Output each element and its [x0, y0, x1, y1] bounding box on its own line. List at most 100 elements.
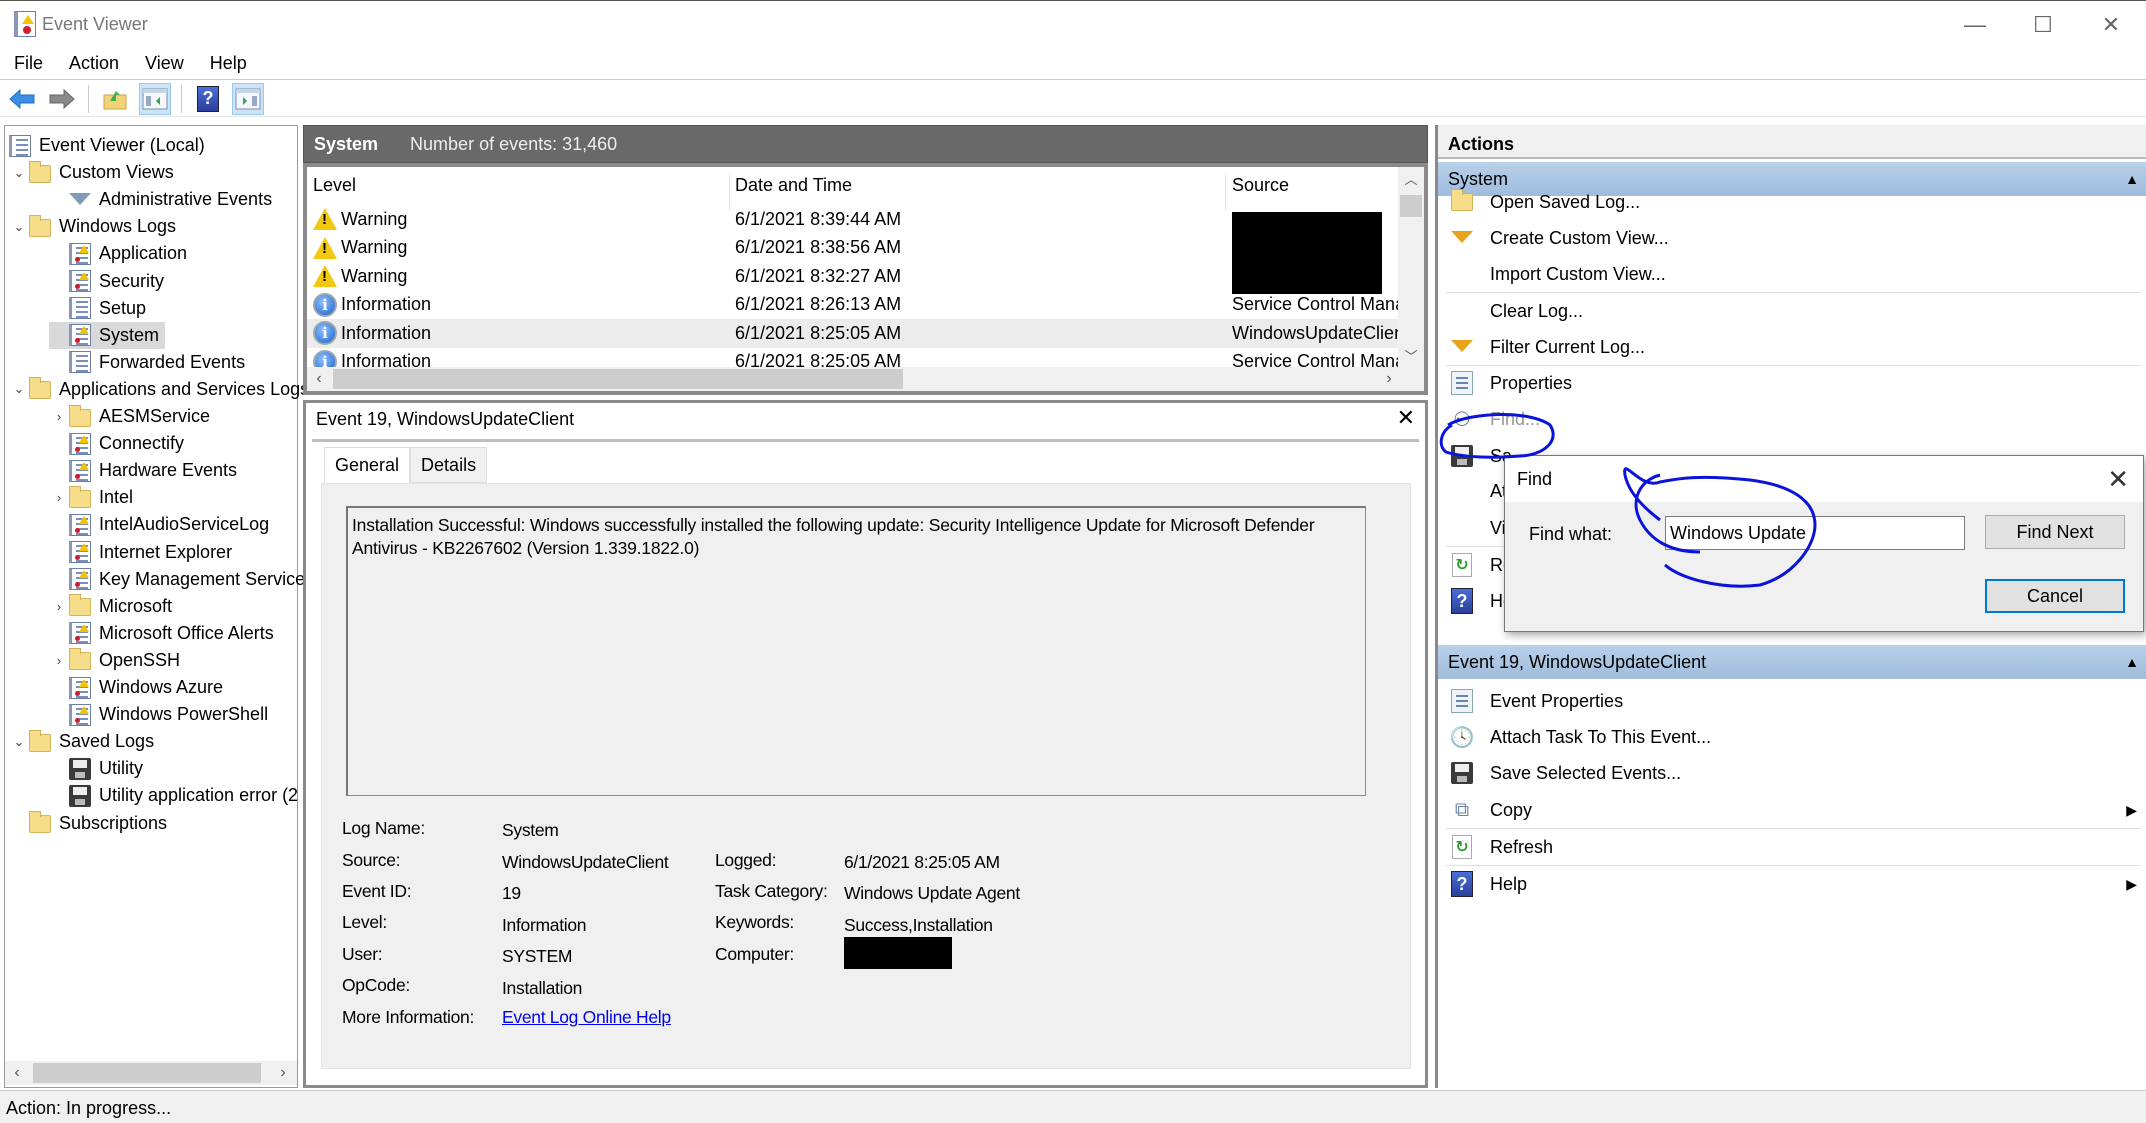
- event-description[interactable]: Installation Successful: Windows success…: [346, 506, 1366, 796]
- refresh-icon: ↻: [1452, 553, 1472, 577]
- scroll-thumb[interactable]: [333, 369, 903, 389]
- show-hide-action-pane-button[interactable]: [232, 82, 264, 115]
- tree-horizontal-scrollbar[interactable]: ‹ ›: [5, 1061, 297, 1085]
- tree-item[interactable]: Utility application error (2: [49, 782, 298, 809]
- menu-view[interactable]: View: [145, 53, 184, 74]
- tree-item[interactable]: Key Management Service: [49, 566, 305, 593]
- up-one-level-button[interactable]: [99, 83, 131, 115]
- tree-item[interactable]: Microsoft Office Alerts: [49, 620, 274, 647]
- column-header-level[interactable]: Level: [313, 175, 356, 196]
- event-level: Warning: [313, 236, 407, 259]
- tree-item[interactable]: Security: [49, 268, 164, 295]
- tree-item[interactable]: › Intel: [49, 484, 133, 511]
- help-button[interactable]: ?: [192, 83, 224, 115]
- action-label: Help: [1490, 873, 1528, 894]
- tree-item[interactable]: Internet Explorer: [49, 539, 232, 566]
- show-hide-console-tree-button[interactable]: [139, 82, 171, 115]
- scroll-thumb[interactable]: [1400, 195, 1422, 217]
- tree-item[interactable]: Application: [49, 240, 187, 267]
- action-copy[interactable]: ⧉ Copy ▶: [1438, 792, 2146, 828]
- tree-item[interactable]: Utility: [49, 755, 143, 782]
- scroll-down-icon[interactable]: ﹀: [1398, 346, 1424, 365]
- chevron-down-icon[interactable]: ⌄: [9, 219, 29, 235]
- chevron-down-icon[interactable]: ⌄: [9, 381, 29, 397]
- tree-item[interactable]: ⌄ Saved Logs: [9, 728, 154, 755]
- event-row[interactable]: i Information 6/1/2021 8:25:05 AM WindowsUp…: [307, 319, 1402, 348]
- action-event-properties[interactable]: Event Properties: [1438, 683, 2146, 719]
- tree-item[interactable]: Windows PowerShell: [49, 701, 268, 728]
- chevron-down-icon[interactable]: ⌄: [9, 734, 29, 750]
- tree-item[interactable]: Connectify: [49, 430, 184, 457]
- tree-item[interactable]: Setup: [49, 295, 146, 322]
- actions-section-event[interactable]: Event 19, WindowsUpdateClient ▲: [1438, 645, 2146, 679]
- scroll-right-icon[interactable]: ›: [271, 1061, 295, 1085]
- tree-item[interactable]: › OpenSSH: [49, 647, 180, 674]
- warning-icon: [313, 265, 337, 288]
- tree-item[interactable]: System: [49, 321, 166, 349]
- chevron-down-icon[interactable]: ⌄: [9, 165, 29, 181]
- collapse-icon[interactable]: ▲: [2125, 654, 2139, 670]
- action-create-custom-view[interactable]: Create Custom View...: [1438, 220, 2146, 256]
- status-text: Action: In progress...: [6, 1098, 172, 1118]
- action-import-custom-view[interactable]: Import Custom View...: [1438, 256, 2146, 292]
- action-open-saved-log[interactable]: Open Saved Log...: [1438, 184, 2146, 220]
- close-detail-button[interactable]: ✕: [1397, 405, 1415, 431]
- log-icon: [9, 134, 31, 157]
- log-icon: [69, 297, 91, 320]
- column-header-date-time[interactable]: Date and Time: [735, 175, 852, 196]
- tree-item[interactable]: ⌄ Windows Logs: [9, 213, 176, 240]
- find-dialog-close-button[interactable]: ✕: [2107, 464, 2129, 495]
- tree-item-label: Applications and Services Logs: [59, 378, 310, 399]
- menu-action[interactable]: Action: [69, 53, 119, 74]
- scroll-right-icon[interactable]: ›: [1377, 367, 1401, 391]
- action-refresh[interactable]: ↻ Refresh: [1438, 829, 2146, 865]
- tree-item[interactable]: Subscriptions: [29, 810, 167, 837]
- tree-item[interactable]: › Microsoft: [49, 593, 172, 620]
- chevron-right-icon[interactable]: ›: [49, 490, 69, 505]
- action-properties[interactable]: Properties: [1438, 365, 2146, 401]
- action-attach-task-to-this-event[interactable]: 🕓 Attach Task To This Event...: [1438, 719, 2146, 755]
- action-find[interactable]: ⚇ Find...: [1438, 401, 2146, 437]
- scroll-left-icon[interactable]: ‹: [5, 1061, 29, 1085]
- tree-item[interactable]: ⌄ Custom Views: [9, 159, 174, 186]
- find-next-button[interactable]: Find Next: [1985, 515, 2125, 549]
- minimize-button[interactable]: —: [1940, 1, 2010, 49]
- chevron-right-icon[interactable]: ›: [49, 599, 69, 614]
- event-level: Warning: [313, 208, 407, 231]
- tree-item[interactable]: IntelAudioServiceLog: [49, 511, 269, 538]
- events-vertical-scrollbar[interactable]: ︿ ﹀: [1398, 167, 1424, 367]
- close-window-button[interactable]: ✕: [2076, 1, 2146, 49]
- tree-item[interactable]: Forwarded Events: [49, 349, 245, 376]
- maximize-button[interactable]: ☐: [2008, 1, 2078, 49]
- scroll-up-icon[interactable]: ︿: [1398, 169, 1424, 188]
- tree-item[interactable]: ⌄ Applications and Services Logs: [9, 376, 309, 403]
- tree-item[interactable]: Hardware Events: [49, 457, 237, 484]
- action-save-selected-events[interactable]: Save Selected Events...: [1438, 755, 2146, 791]
- forward-button[interactable]: [46, 83, 78, 115]
- back-button[interactable]: [6, 83, 38, 115]
- event-row[interactable]: i Information 6/1/2021 8:25:05 AM Service C…: [307, 348, 1402, 367]
- open-folder-icon: [1451, 189, 1473, 211]
- event-row[interactable]: i Information 6/1/2021 8:26:13 AM Service C…: [307, 291, 1402, 320]
- event-log-icon: [69, 459, 91, 482]
- action-filter-current-log[interactable]: Filter Current Log...: [1438, 329, 2146, 365]
- find-what-input[interactable]: [1665, 516, 1965, 550]
- chevron-right-icon[interactable]: ›: [49, 653, 69, 668]
- scroll-thumb[interactable]: [33, 1063, 261, 1083]
- column-header-source[interactable]: Source: [1232, 175, 1289, 196]
- action-help[interactable]: ? Help ▶: [1438, 866, 2146, 902]
- scroll-left-icon[interactable]: ‹: [307, 367, 331, 391]
- action-clear-log[interactable]: Clear Log...: [1438, 293, 2146, 329]
- cancel-button[interactable]: Cancel: [1985, 579, 2125, 613]
- event-log-online-help-link[interactable]: Event Log Online Help: [502, 1007, 671, 1028]
- tab-details[interactable]: Details: [410, 447, 488, 483]
- tree-item[interactable]: › AESMService: [49, 403, 210, 430]
- menu-file[interactable]: File: [14, 53, 43, 74]
- chevron-right-icon[interactable]: ›: [49, 409, 69, 424]
- tree-item[interactable]: Event Viewer (Local): [9, 132, 205, 159]
- events-horizontal-scrollbar[interactable]: ‹ ›: [307, 367, 1424, 391]
- tree-item[interactable]: Windows Azure: [49, 674, 223, 701]
- menu-help[interactable]: Help: [210, 53, 247, 74]
- tree-item[interactable]: Administrative Events: [49, 186, 272, 213]
- tab-general[interactable]: General: [324, 447, 411, 483]
